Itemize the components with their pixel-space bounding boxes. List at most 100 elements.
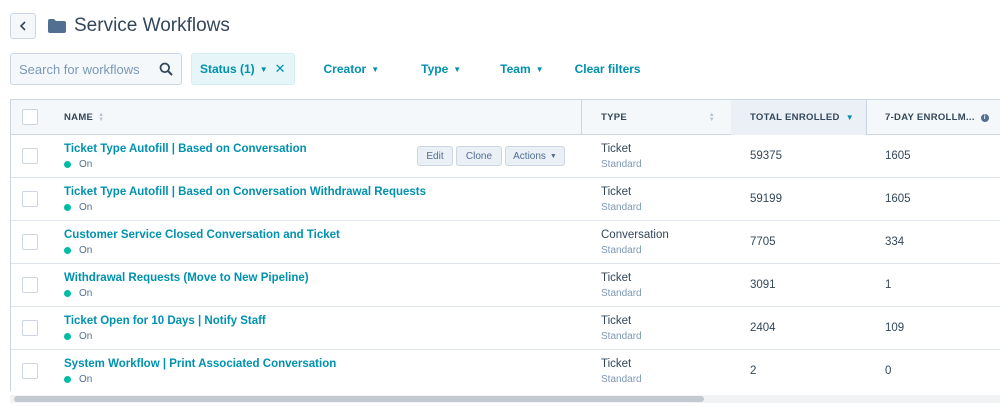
edit-button[interactable]: Edit [417,146,453,166]
workflow-subtype: Standard [601,288,642,299]
select-all-checkbox[interactable] [22,109,38,125]
row-checkbox[interactable] [22,234,38,250]
seven-day-enrolled-value: 109 [885,322,905,334]
caret-down-icon: ▼ [371,64,380,74]
seven-day-enrolled-value: 334 [885,236,905,248]
status-dot-icon [64,376,71,383]
clone-button[interactable]: Clone [456,146,502,166]
workflow-status-label: On [79,374,93,385]
total-enrolled-value: 2 [750,365,757,377]
workflow-status-label: On [79,331,93,342]
column-header-seven-day[interactable]: 7-DAY ENROLLM... i [885,100,989,135]
status-dot-icon [64,204,71,211]
seven-day-enrolled-value: 1 [885,279,892,291]
search-input[interactable] [19,61,147,77]
caret-down-icon: ▼ [259,64,268,74]
table-row[interactable]: Withdrawal Requests (Move to New Pipelin… [11,264,1000,307]
table-row[interactable]: Customer Service Closed Conversation and… [11,221,1000,264]
workflow-status: On [64,374,92,385]
workflow-subtype: Standard [601,245,642,256]
column-header-name[interactable]: NAME ▲ ▼ [64,100,104,135]
column-header-total-enrolled-label: TOTAL ENROLLED [750,112,840,123]
workflow-status-label: On [79,159,93,170]
workflow-type: Conversation [601,229,669,241]
column-header-type-label: TYPE [601,112,628,123]
column-divider [581,100,582,135]
team-filter-label: Team [500,62,531,76]
info-icon[interactable]: i [980,113,989,122]
search-box [10,53,182,85]
column-divider [866,100,867,135]
workflow-subtype: Standard [601,202,642,213]
table-row[interactable]: System Workflow | Print Associated Conve… [11,350,1000,391]
workflow-status: On [64,202,92,213]
total-enrolled-value: 2404 [750,322,776,334]
total-enrolled-value: 59199 [750,193,782,205]
page-header: Service Workflows [10,12,230,40]
row-checkbox[interactable] [22,277,38,293]
workflow-status-label: On [79,202,93,213]
sort-descending-icon: ▼ [845,113,854,122]
total-enrolled-value: 3091 [750,279,776,291]
seven-day-enrolled-value: 1605 [885,150,911,162]
row-checkbox[interactable] [22,148,38,164]
workflows-table: NAME ▲ ▼ TYPE ▲ ▼ TOTAL ENROLLED ▼ 7-DAY E… [10,99,1000,391]
table-row[interactable]: Ticket Type Autofill | Based on Conversa… [11,178,1000,221]
page-title: Service Workflows [74,15,230,36]
seven-day-enrolled-value: 0 [885,365,892,377]
workflow-type: Ticket [601,186,632,198]
table-header: NAME ▲ ▼ TYPE ▲ ▼ TOTAL ENROLLED ▼ 7-DAY E… [11,100,1000,135]
chevron-left-icon [19,21,26,31]
close-icon[interactable]: ✕ [275,61,286,77]
status-filter-chip[interactable]: Status (1) ▼ ✕ [191,53,295,85]
back-button[interactable] [10,13,36,39]
row-checkbox[interactable] [22,191,38,207]
column-header-name-label: NAME [64,112,94,123]
search-icon[interactable] [159,62,173,76]
total-enrolled-value: 59375 [750,150,782,162]
table-row[interactable]: Ticket Type Autofill | Based on Conversa… [11,135,1000,178]
type-filter-label: Type [421,62,449,76]
column-header-seven-day-label: 7-DAY ENROLLM... [885,112,975,123]
scrollbar-thumb[interactable] [14,396,704,402]
workflow-name-link[interactable]: System Workflow | Print Associated Conve… [64,358,336,370]
folder-icon [48,19,66,33]
actions-dropdown-button[interactable]: Actions ▼ [505,146,565,166]
workflow-type: Ticket [601,272,632,284]
workflow-name-link[interactable]: Ticket Type Autofill | Based on Conversa… [64,143,307,155]
column-header-total-enrolled[interactable]: TOTAL ENROLLED ▼ [731,100,866,135]
filter-bar: Status (1) ▼ ✕ Creator ▼ Type ▼ Team ▼ C… [10,53,641,85]
type-filter[interactable]: Type ▼ [421,62,461,76]
status-dot-icon [64,247,71,254]
clear-filters-link[interactable]: Clear filters [575,62,641,76]
workflow-name-link[interactable]: Withdrawal Requests (Move to New Pipelin… [64,272,309,284]
status-dot-icon [64,290,71,297]
status-dot-icon [64,161,71,168]
caret-down-icon: ▼ [453,64,462,74]
workflow-name-link[interactable]: Ticket Open for 10 Days | Notify Staff [64,315,266,327]
workflow-name-link[interactable]: Ticket Type Autofill | Based on Conversa… [64,186,426,198]
workflow-status-label: On [79,288,93,299]
horizontal-scrollbar[interactable] [10,395,1000,403]
workflow-status: On [64,288,92,299]
workflow-name-link[interactable]: Customer Service Closed Conversation and… [64,229,340,241]
column-header-type[interactable]: TYPE ▲ ▼ [601,100,731,135]
table-row[interactable]: Ticket Open for 10 Days | Notify Staff O… [11,307,1000,350]
workflow-type: Ticket [601,315,632,327]
workflow-type: Ticket [601,143,632,155]
caret-down-icon: ▼ [549,152,557,160]
workflow-status: On [64,331,92,342]
sort-icon: ▲ ▼ [708,111,715,123]
creator-filter[interactable]: Creator ▼ [324,62,380,76]
row-checkbox[interactable] [22,363,38,379]
row-checkbox[interactable] [22,320,38,336]
workflow-subtype: Standard [601,159,642,170]
workflow-status-label: On [79,245,93,256]
workflow-status: On [64,245,92,256]
workflow-status: On [64,159,92,170]
seven-day-enrolled-value: 1605 [885,193,911,205]
status-filter-label: Status (1) [200,62,255,76]
actions-label: Actions [513,150,546,162]
team-filter[interactable]: Team ▼ [500,62,543,76]
status-dot-icon [64,333,71,340]
